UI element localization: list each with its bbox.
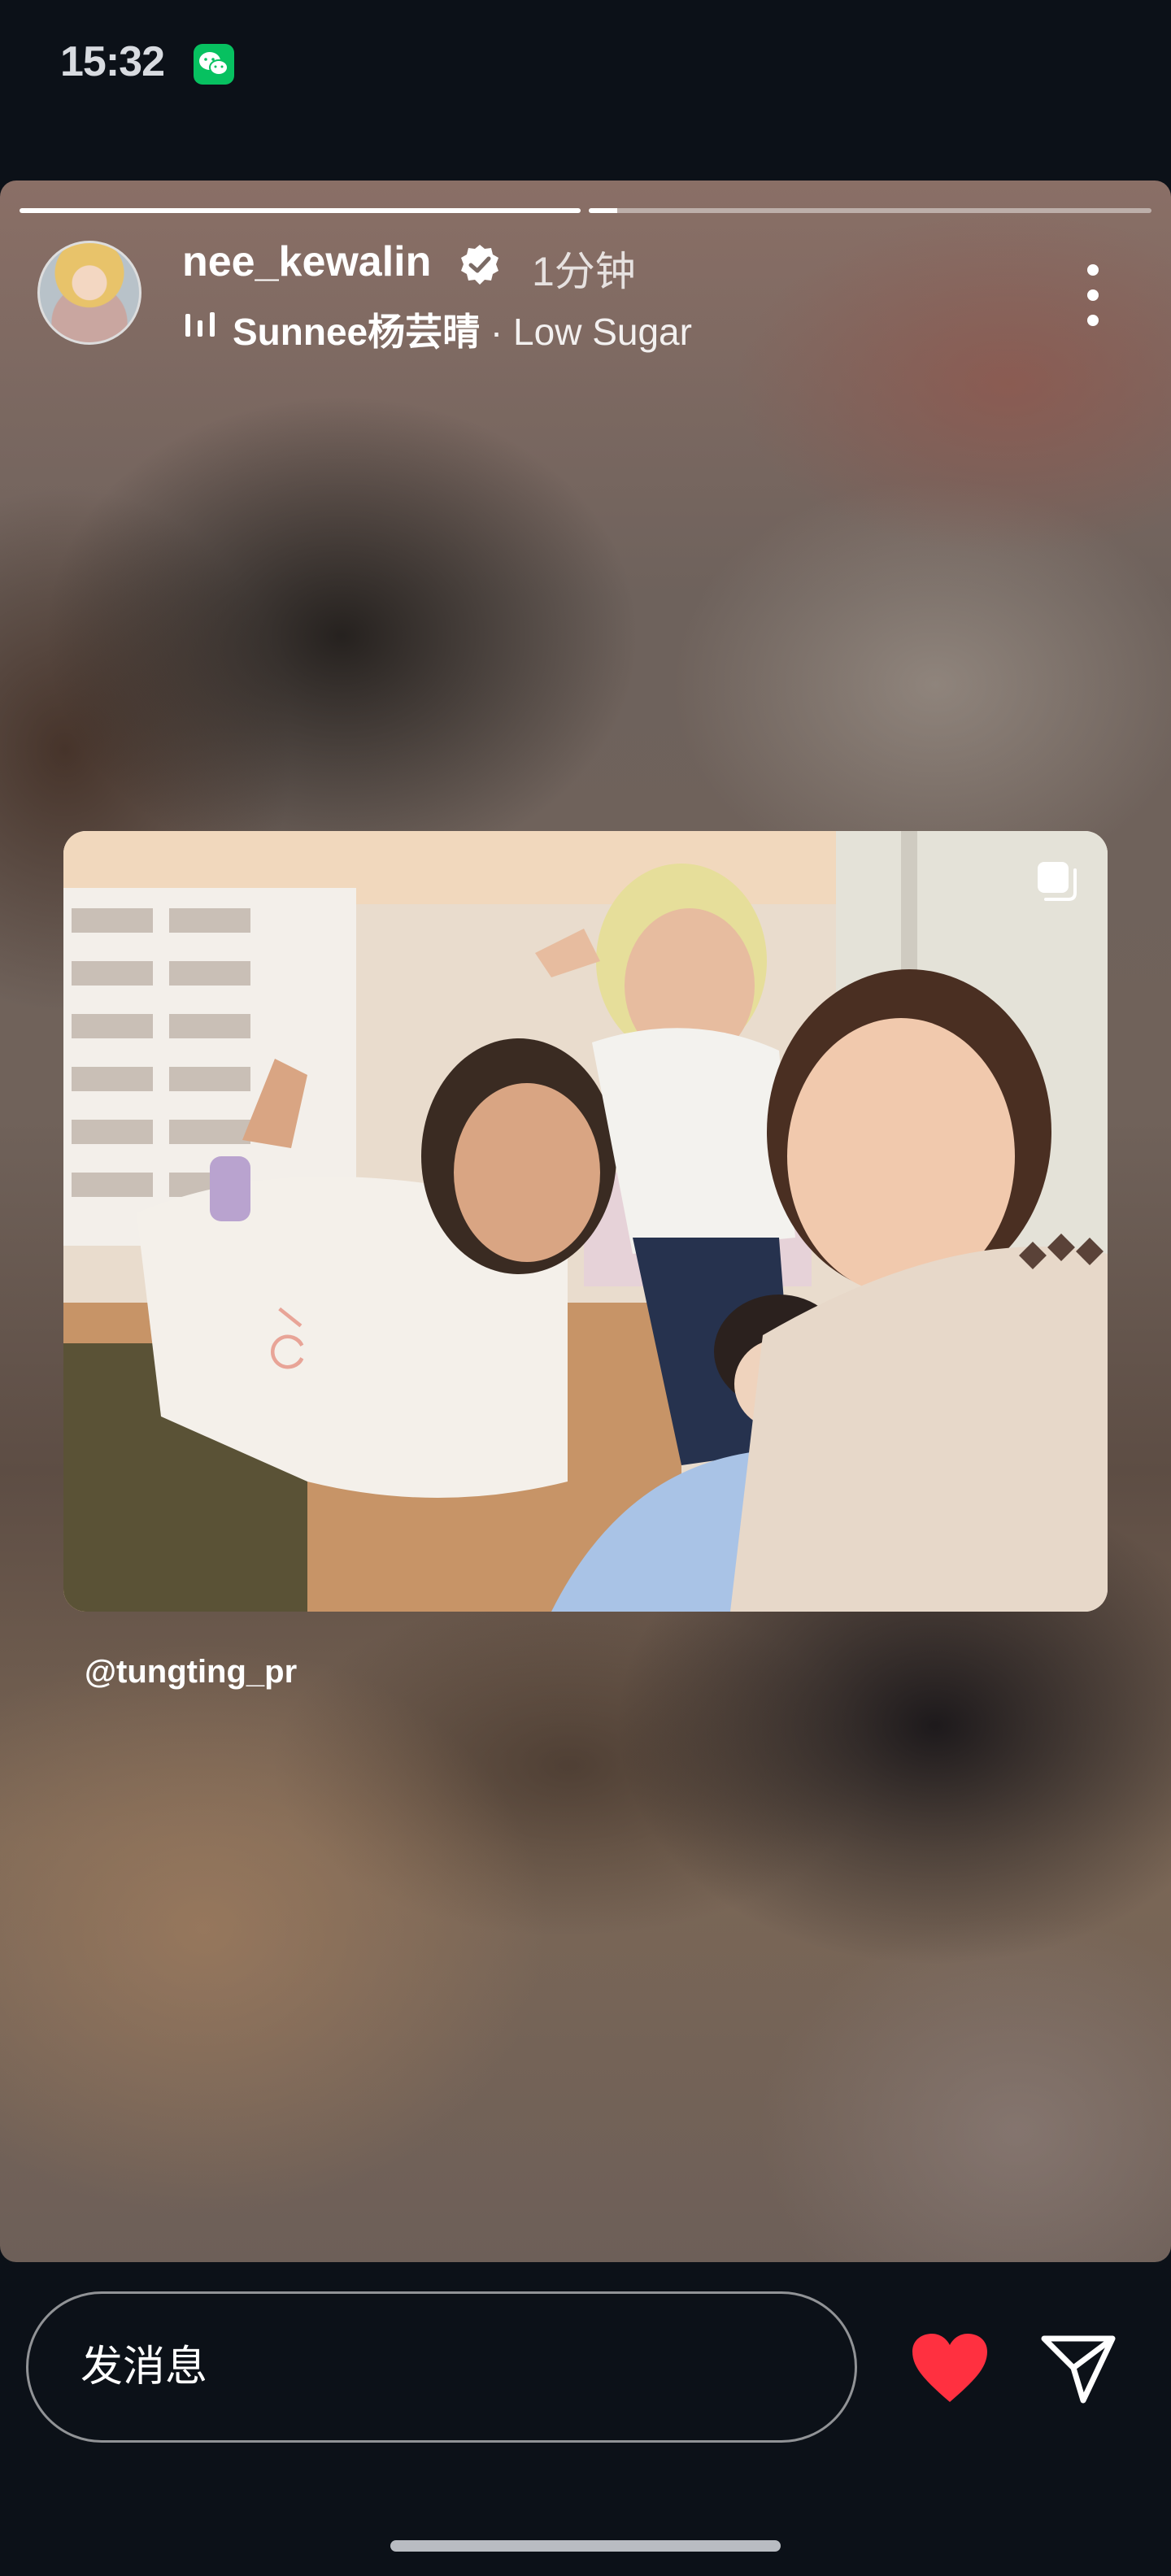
group-selfie-photo: ငဲ xyxy=(63,831,1108,1612)
verified-badge-icon xyxy=(461,245,498,285)
progress-fill xyxy=(20,208,581,213)
avatar[interactable] xyxy=(37,241,141,345)
story-progress-segment xyxy=(589,208,1151,213)
post-time: 1分钟 xyxy=(532,249,636,294)
username[interactable]: nee_kewalin xyxy=(182,237,431,286)
story-screen: 15:32 nee_kewalin 1分钟 Sunnee杨芸晴 · Low Su… xyxy=(0,0,1171,2576)
music-info[interactable]: Sunnee杨芸晴 · Low Sugar xyxy=(233,302,692,356)
music-bars-icon xyxy=(185,312,215,337)
home-indicator[interactable] xyxy=(390,2540,781,2552)
music-title: Low Sugar xyxy=(513,311,692,353)
progress-fill xyxy=(589,208,617,213)
reply-bar xyxy=(0,2262,1171,2576)
send-icon[interactable] xyxy=(1038,2327,1119,2408)
multiple-photos-icon xyxy=(1038,862,1077,901)
story-progress-segment xyxy=(20,208,581,213)
svg-text:ငဲ: ငဲ xyxy=(267,1300,307,1386)
story-card[interactable]: nee_kewalin 1分钟 Sunnee杨芸晴 · Low Sugar ငဲ xyxy=(0,181,1171,2262)
heart-icon[interactable] xyxy=(909,2330,990,2405)
status-time: 15:32 xyxy=(60,38,165,85)
music-artist: Sunnee杨芸晴 xyxy=(233,311,481,353)
shared-post-photo[interactable]: ငဲ xyxy=(63,831,1108,1612)
status-bar: 15:32 xyxy=(0,0,1171,130)
more-vertical-icon[interactable] xyxy=(1072,259,1114,332)
message-input[interactable] xyxy=(26,2291,857,2443)
shared-post-author[interactable]: @tungting_pr xyxy=(85,1654,297,1690)
music-separator: · xyxy=(480,311,514,353)
wechat-icon xyxy=(194,44,234,85)
